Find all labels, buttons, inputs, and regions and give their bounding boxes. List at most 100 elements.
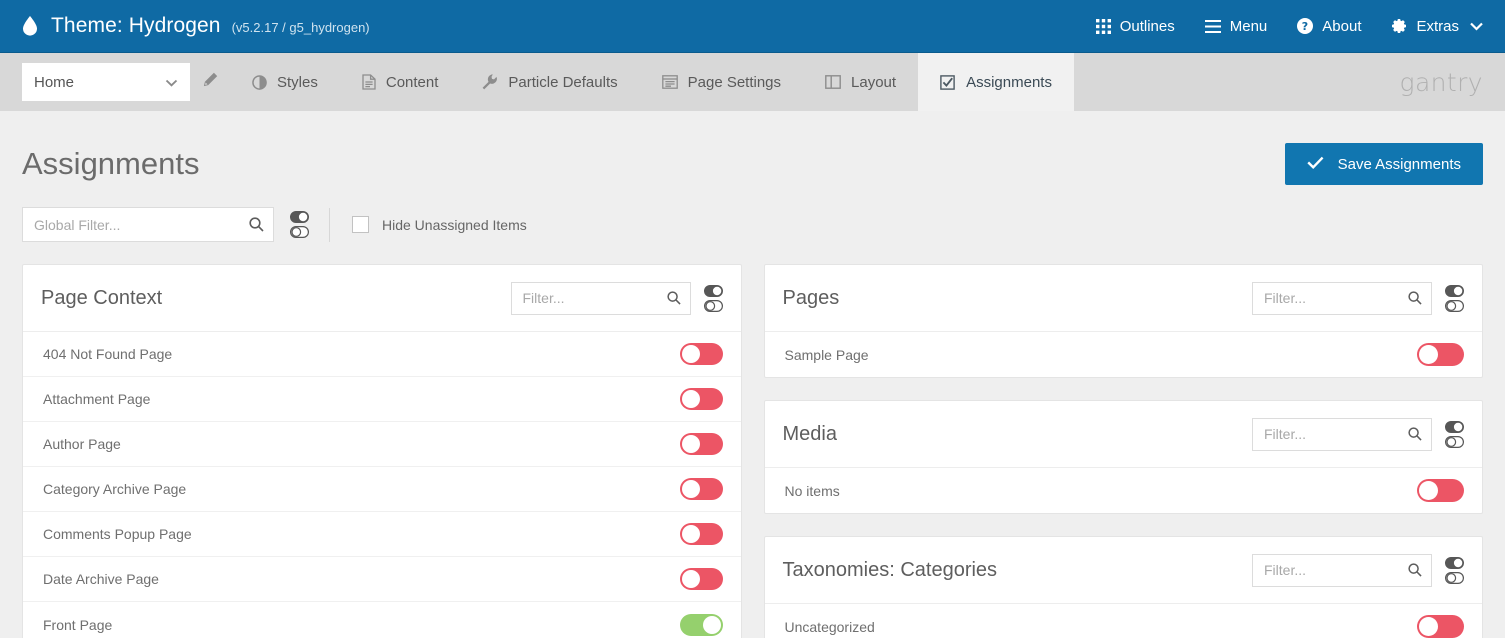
panel-toggle-all-pages[interactable] [1445,285,1464,312]
panels-grid: Page Context [22,264,1483,638]
tab-particle-defaults[interactable]: Particle Defaults [460,53,639,111]
save-assignments-button[interactable]: Save Assignments [1285,143,1483,185]
assignment-toggle[interactable] [680,343,723,365]
gear-icon [1391,18,1407,34]
panel-header: Pages [765,265,1483,332]
search-icon[interactable] [1408,563,1422,577]
nav-item-about[interactable]: ? About [1297,18,1361,35]
toggle-on-icon[interactable] [1445,421,1464,433]
toggle-off-icon[interactable] [290,226,309,238]
outline-selected-label: Home [34,74,165,91]
tab-content[interactable]: Content [340,53,461,111]
assignment-toggle[interactable] [680,388,723,410]
table-row[interactable]: Comments Popup Page [23,512,741,557]
search-icon[interactable] [667,291,681,305]
row-label: Uncategorized [785,619,875,635]
water-drop-icon [22,16,38,36]
panel-title-media: Media [783,423,837,446]
toggle-off-icon[interactable] [1445,572,1464,584]
assignment-toggle[interactable] [1417,615,1464,638]
nav-item-menu[interactable]: Menu [1205,18,1268,35]
question-circle-icon: ? [1297,18,1313,34]
search-icon[interactable] [1408,291,1422,305]
edit-outline-button[interactable] [190,53,230,111]
theme-title: Theme: Hydrogen [51,14,221,38]
table-row[interactable]: No items [765,468,1483,513]
panel-filter-box-pages[interactable] [1252,282,1432,315]
panel-toggle-all-media[interactable] [1445,421,1464,448]
row-label: Comments Popup Page [43,526,192,542]
columns-icon [825,75,841,89]
panel-filter-input-media[interactable] [1253,419,1431,450]
global-filter-box[interactable] [22,207,274,242]
table-row[interactable]: 404 Not Found Page [23,332,741,377]
assignment-toggle[interactable] [680,433,723,455]
gantry-logo: gantry [1400,53,1505,111]
hide-unassigned-checkbox[interactable] [352,216,369,233]
panel-title-taxonomies-categories: Taxonomies: Categories [783,559,998,582]
right-column: Pages [764,264,1484,638]
table-row[interactable]: Date Archive Page [23,557,741,602]
global-toggle-all[interactable] [290,211,309,238]
assignment-toggle[interactable] [680,523,723,545]
chevron-down-icon [165,75,178,90]
row-label: Category Archive Page [43,481,186,497]
global-filter-row: Hide Unassigned Items [22,207,1483,264]
nav-item-outlines[interactable]: Outlines [1096,18,1175,35]
panel-filter-input-page-context[interactable] [512,283,690,314]
table-row[interactable]: Category Archive Page [23,467,741,512]
toggle-off-icon[interactable] [1445,436,1464,448]
table-row[interactable]: Sample Page [765,332,1483,377]
svg-text:?: ? [1302,20,1308,33]
hamburger-icon [1205,20,1221,33]
top-header-bar: Theme: Hydrogen (v5.2.17 / g5_hydrogen) … [0,0,1505,52]
search-icon[interactable] [1408,427,1422,441]
assignment-toggle[interactable] [680,614,723,636]
page-body: Assignments Save Assignments [0,111,1505,638]
document-icon [362,74,376,90]
panel-filter-box-taxonomies[interactable] [1252,554,1432,587]
panel-filter-box-page-context[interactable] [511,282,691,315]
assignment-toggle[interactable] [680,478,723,500]
panel-page-context: Page Context [22,264,742,638]
toggle-on-icon[interactable] [704,285,723,297]
row-label: Attachment Page [43,391,150,407]
tab-styles[interactable]: Styles [230,53,340,111]
assignment-toggle[interactable] [1417,343,1464,366]
panel-filter-input-pages[interactable] [1253,283,1431,314]
tab-label-assignments: Assignments [966,74,1052,91]
panel-filter-input-taxonomies[interactable] [1253,555,1431,586]
panel-toggle-all-page-context[interactable] [704,285,723,312]
panel-toggle-all-taxonomies[interactable] [1445,557,1464,584]
panel-filter-box-media[interactable] [1252,418,1432,451]
tab-label-layout: Layout [851,74,896,91]
panel-header: Taxonomies: Categories [765,537,1483,604]
tab-layout[interactable]: Layout [803,53,918,111]
brand: Theme: Hydrogen (v5.2.17 / g5_hydrogen) [22,14,370,38]
contrast-circle-icon [252,75,267,90]
theme-version: (v5.2.17 / g5_hydrogen) [232,20,370,35]
toggle-on-icon[interactable] [290,211,309,223]
global-filter-input[interactable] [23,208,273,241]
table-row[interactable]: Uncategorized [765,604,1483,638]
nav-item-extras[interactable]: Extras [1391,18,1483,35]
tab-page-settings[interactable]: Page Settings [640,53,803,111]
assignment-toggle[interactable] [1417,479,1464,502]
outline-selector[interactable]: Home [22,63,190,101]
table-row[interactable]: Attachment Page [23,377,741,422]
search-icon[interactable] [249,217,264,232]
toggle-off-icon[interactable] [704,300,723,312]
panel-title-page-context: Page Context [41,287,162,310]
assignment-toggle[interactable] [680,568,723,590]
tab-assignments[interactable]: Assignments [918,53,1074,111]
hide-unassigned-items-row[interactable]: Hide Unassigned Items [352,216,527,233]
panel-header: Media [765,401,1483,468]
toggle-on-icon[interactable] [1445,557,1464,569]
row-label: 404 Not Found Page [43,346,172,362]
toggle-on-icon[interactable] [1445,285,1464,297]
table-row[interactable]: Front Page [23,602,741,638]
tab-label-content: Content [386,74,439,91]
panel-taxonomies-categories: Taxonomies: Categories [764,536,1484,638]
table-row[interactable]: Author Page [23,422,741,467]
toggle-off-icon[interactable] [1445,300,1464,312]
